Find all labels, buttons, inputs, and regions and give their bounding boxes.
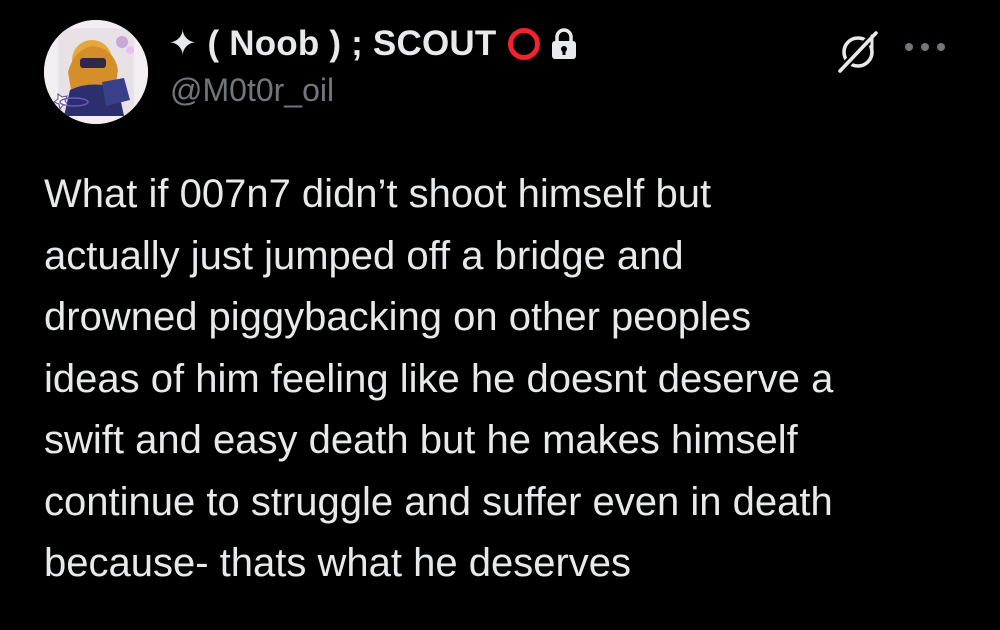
author-name-row: ✦ ( Noob ) ; SCOUT bbox=[168, 22, 578, 66]
more-horizontal-icon[interactable] bbox=[903, 40, 947, 54]
avatar[interactable] bbox=[44, 20, 148, 124]
tweet: ✦ ( Noob ) ; SCOUT @M0t0r_oil What if 00… bbox=[0, 0, 1000, 630]
red-ring-icon bbox=[508, 28, 541, 60]
display-name[interactable]: ✦ ( Noob ) ; SCOUT bbox=[168, 24, 496, 64]
profile-avatar-image bbox=[44, 20, 148, 124]
handle[interactable]: @M0t0r_oil bbox=[170, 72, 334, 109]
tweet-text: What if 007n7 didn’t shoot himself but a… bbox=[44, 172, 834, 585]
grok-icon[interactable] bbox=[836, 30, 880, 74]
lock-icon bbox=[552, 28, 577, 59]
